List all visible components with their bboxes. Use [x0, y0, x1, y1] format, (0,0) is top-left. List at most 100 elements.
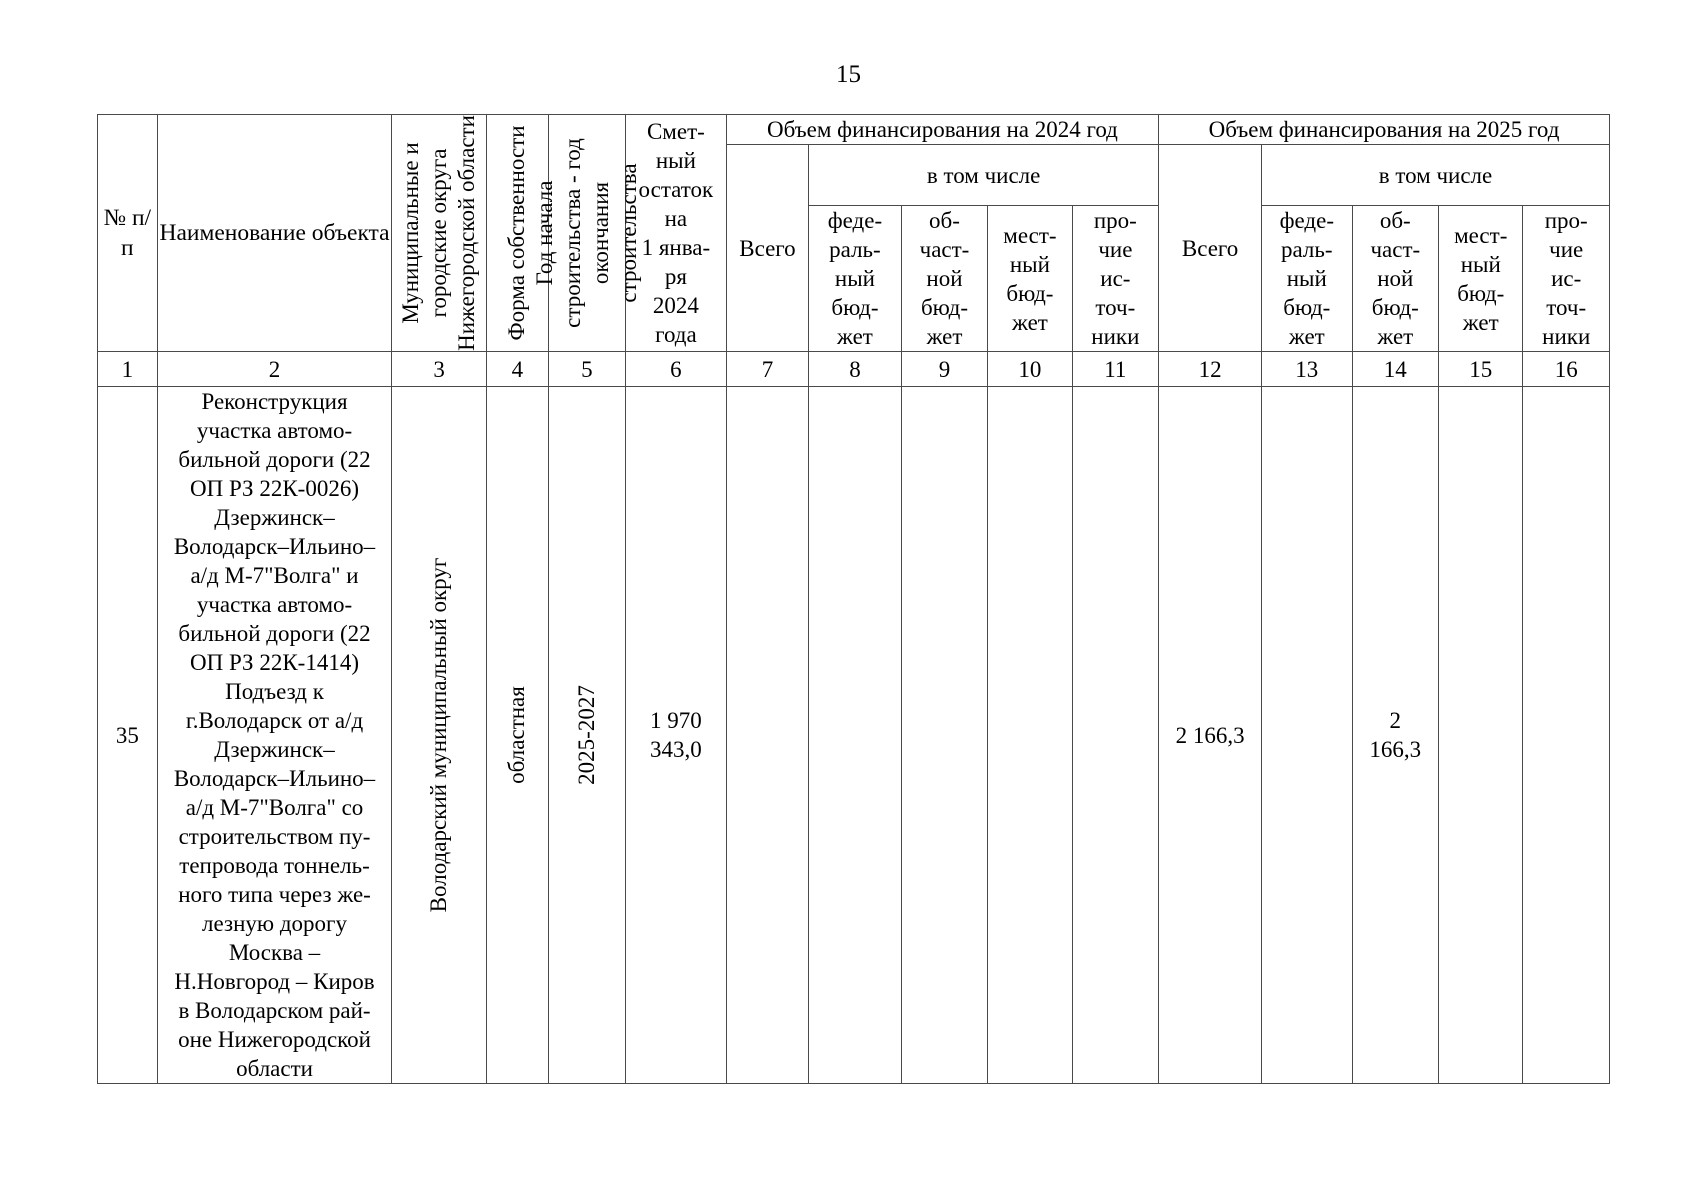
header-group-2025: Объем финансирования на 2025 год [1158, 114, 1610, 145]
financing-table: № п/п Наименование объекта Муниципальные… [97, 114, 1610, 1084]
obl-line-1: об- [929, 208, 960, 233]
colnum-10: 10 [987, 351, 1073, 387]
colnum-12: 12 [1158, 351, 1263, 387]
pro25-line-3: ис- [1551, 266, 1582, 291]
object-name-line-9: бильной дороги (22 [178, 621, 371, 646]
colnum-11: 11 [1071, 351, 1160, 387]
header-2025-breakdown: в том числе [1261, 144, 1610, 206]
row-2025-local [1438, 386, 1524, 1084]
header-2025-total: Всего [1158, 144, 1263, 352]
row-2025-federal [1261, 386, 1353, 1084]
obl25-line-2: част- [1370, 237, 1421, 262]
colnum-5: 5 [547, 351, 626, 387]
object-name-line-7: а/д М-7"Волга" и [190, 563, 359, 588]
object-name-line-17: тепровода тоннель- [179, 853, 370, 878]
row-years-label: 2025-2027 [573, 685, 599, 785]
mst25-line-3: бюд- [1457, 280, 1505, 306]
mst-line-3: бюд- [1006, 280, 1054, 306]
row-years: 2025-2027 [547, 386, 626, 1084]
header-2024-oblast-budget: об- част- ной бюд- жет [900, 205, 989, 352]
header-col-ownership-label: Форма собственности [504, 125, 530, 341]
header-col-object-name-line2: объекта [311, 219, 390, 246]
row-2024-other [1071, 386, 1160, 1084]
object-name-line-12: г.Володарск от а/д [185, 708, 364, 733]
row-estimate-remainder: 1 970 343,0 [624, 386, 727, 1084]
fed25-line-4: бюд- [1283, 295, 1331, 320]
obl-line-3: ной [926, 266, 963, 291]
object-name-line-20: Москва – [228, 940, 321, 965]
header-col-number-line1: № [103, 205, 127, 231]
header-col-years-label: Год начала строительства - год окончания… [531, 138, 641, 328]
pro-line-4: точ- [1095, 295, 1136, 320]
header-col-number-line2: п/п [121, 205, 152, 261]
colnum-6: 6 [624, 351, 727, 387]
header-group-2024: Объем финансирования на 2024 год [725, 114, 1160, 145]
estimate-value-line-2: 343,0 [650, 737, 702, 762]
row-2025-total: 2 166,3 [1158, 386, 1263, 1084]
colnum-8: 8 [808, 351, 902, 387]
header-col-municipality-label: Муниципальные и городские округа Нижегор… [398, 115, 480, 351]
object-name-line-19: лезную дорогу [202, 911, 347, 936]
row-2024-oblast [900, 386, 989, 1084]
fed-line-2: раль- [829, 237, 881, 262]
row-2024-federal [808, 386, 902, 1084]
object-name-line-13: Дзержинск– [214, 737, 335, 762]
pro-line-2: чие [1098, 237, 1133, 262]
header-2025-other-sources: про- чие ис- точ- ники [1522, 205, 1610, 352]
row-2025-oblast: 2 166,3 [1351, 386, 1440, 1084]
row-municipality-label: Володарский муниципальный округ [426, 557, 452, 913]
oblast-2025-value-line-2: 166,3 [1369, 737, 1422, 762]
row-2024-total [725, 386, 810, 1084]
pro25-line-1: про- [1544, 208, 1588, 233]
mst-line-1: мест- [1003, 222, 1057, 248]
object-name-line-21: Н.Новгород – Киров [174, 969, 375, 994]
mst25-line-2: ный [1460, 251, 1501, 277]
fed-line-5: жет [837, 324, 873, 349]
pro-line-1: про- [1093, 208, 1137, 233]
estimate-value-line-1: 1 970 [650, 708, 702, 733]
header-row-groups: № п/п Наименование объекта Муниципальные… [97, 114, 1610, 352]
object-name-line-15: а/д М-7"Волга" со [185, 795, 364, 820]
obl25-line-5: жет [1377, 324, 1414, 349]
document-page: 15 № п/п Наименование объекта Муниципаль… [0, 0, 1697, 1200]
header-col-number: № п/п [97, 114, 158, 352]
page-number: 15 [836, 61, 861, 88]
header-2024-other-sources: про- чие ис- точ- ники [1071, 205, 1160, 352]
object-name-line-2: участка автомо- [196, 418, 353, 443]
object-name-line-18: ного типа через же- [178, 882, 371, 907]
mst-line-2: ный [1009, 251, 1050, 277]
object-name-line-10: ОП РЗ 22К-1414) [190, 650, 359, 675]
pro25-line-2: чие [1549, 237, 1584, 262]
pro25-line-5: ники [1542, 324, 1591, 349]
colnum-1: 1 [97, 351, 158, 387]
header-2025-local-budget: мест- ный бюд- жет [1438, 205, 1524, 352]
colnum-7: 7 [725, 351, 810, 387]
object-name-line-14: Володарск–Ильино– [173, 766, 376, 791]
oblast-2025-value-line-1: 2 [1389, 708, 1402, 733]
pro-line-3: ис- [1100, 266, 1131, 291]
object-name-line-16: строительством пу- [178, 824, 371, 849]
row-municipality: Володарский муниципальный округ [391, 386, 488, 1084]
object-name-line-5: Дзержинск– [214, 505, 335, 530]
row-2024-local [987, 386, 1073, 1084]
row-2025-other [1522, 386, 1610, 1084]
colnum-4: 4 [486, 351, 549, 387]
fed25-line-1: феде- [1279, 208, 1334, 233]
row-object-name: Реконструкция участка автомо- бильной до… [156, 386, 393, 1084]
mst-line-4: жет [1011, 309, 1048, 335]
obl25-line-4: бюд- [1371, 295, 1419, 320]
fed-line-4: бюд- [831, 295, 879, 320]
colnum-2: 2 [156, 351, 393, 387]
colnum-13: 13 [1261, 351, 1353, 387]
colnum-14: 14 [1351, 351, 1440, 387]
header-col-years: Год начала строительства - год окончания… [532, 114, 641, 352]
fed25-line-5: жет [1288, 324, 1325, 349]
header-col-object-name: Наименование объекта [156, 114, 393, 352]
object-name-line-24: области [236, 1056, 313, 1081]
row-number: 35 [97, 386, 158, 1084]
colnum-16: 16 [1522, 351, 1610, 387]
pro25-line-4: точ- [1546, 295, 1587, 320]
object-name-line-11: Подъезд к [225, 679, 324, 704]
row-ownership-label: областная [504, 686, 530, 784]
fed25-line-2: раль- [1281, 237, 1333, 262]
